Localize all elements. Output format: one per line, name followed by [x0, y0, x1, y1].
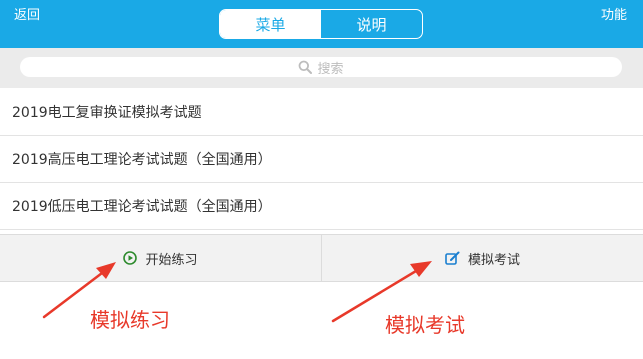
- play-circle-icon: [123, 251, 138, 265]
- back-button[interactable]: 返回: [14, 4, 40, 23]
- mock-exam-label: 模拟考试: [467, 252, 520, 268]
- list-item[interactable]: 2019高压电工理论考试试题（全国通用）: [0, 136, 643, 183]
- start-practice-label: 开始练习: [145, 252, 198, 268]
- search-bar: 搜索: [0, 48, 643, 88]
- action-bar: 开始练习 模拟考试: [0, 234, 643, 282]
- practice-annotation: 模拟练习: [90, 308, 170, 332]
- app-header: 返回 菜单 说明 功能: [0, 0, 643, 48]
- search-input[interactable]: 搜索: [20, 57, 622, 77]
- tab-menu[interactable]: 菜单: [220, 10, 321, 38]
- list-item[interactable]: 2019电工复审换证模拟考试题: [0, 88, 643, 136]
- search-placeholder: 搜索: [317, 61, 344, 77]
- segmented-control: 菜单 说明: [219, 9, 423, 39]
- function-button[interactable]: 功能: [601, 4, 627, 23]
- edit-icon: [445, 251, 460, 266]
- search-icon: [299, 60, 313, 74]
- start-practice-button[interactable]: 开始练习: [0, 235, 321, 281]
- list-item[interactable]: 2019低压电工理论考试试题（全国通用）: [0, 183, 643, 230]
- exam-annotation: 模拟考试: [385, 313, 465, 337]
- tab-instructions[interactable]: 说明: [321, 10, 422, 38]
- exam-list: 2019电工复审换证模拟考试题 2019高压电工理论考试试题（全国通用） 201…: [0, 88, 643, 230]
- mock-exam-button[interactable]: 模拟考试: [321, 235, 643, 281]
